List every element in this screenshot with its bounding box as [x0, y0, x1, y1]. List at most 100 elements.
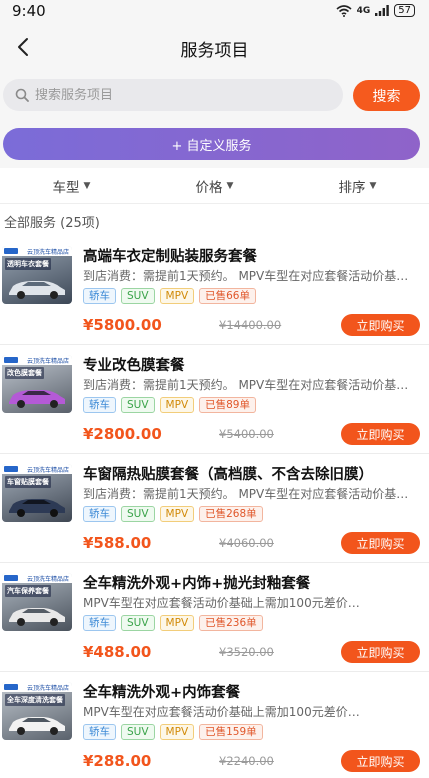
network-type: 4G [356, 5, 371, 16]
buy-now-button[interactable]: 立即购买 [341, 750, 420, 772]
sold-count-badge: 已售66单 [199, 288, 256, 304]
service-card[interactable]: 云顶洗车精品店 车窗贴膜套餐 车窗隔热贴膜套餐（高档膜、不含去除旧膜） 到店消费… [0, 454, 429, 563]
service-thumbnail: 云顶洗车精品店 车窗贴膜套餐 [2, 464, 72, 522]
thumbnail-title: 车窗贴膜套餐 [5, 476, 51, 488]
service-title: 全车精洗外观+内饰套餐 [83, 685, 241, 701]
list-summary: 全部服务 (25项) [4, 216, 100, 231]
search-button[interactable]: 搜索 [353, 80, 420, 111]
service-description: MPV车型在对应套餐活动价基础上需加100元差价… [83, 705, 360, 719]
buy-now-button[interactable]: 立即购买 [341, 314, 420, 336]
service-price: ¥588.00 [83, 534, 152, 552]
service-thumbnail: 云顶洗车精品店 改色膜套餐 [2, 355, 72, 413]
shop-logo-icon [4, 575, 18, 581]
search-row: 搜索 [0, 72, 429, 118]
page-title: 服务项目 [180, 41, 249, 61]
shop-banner: 云顶洗车精品店 [2, 464, 72, 474]
service-price: ¥2800.00 [83, 425, 162, 443]
search-box[interactable] [3, 79, 343, 111]
sold-count-badge: 已售89单 [199, 397, 256, 413]
tag-sedan: 轿车 [83, 615, 116, 631]
shop-logo-icon [4, 248, 18, 254]
shop-banner: 云顶洗车精品店 [2, 355, 72, 365]
car-image-icon [9, 390, 65, 408]
service-card[interactable]: 云顶洗车精品店 透明车衣套餐 高端车衣定制贴装服务套餐 到店消费：需提前1天预约… [0, 236, 429, 345]
shop-banner: 云顶洗车精品店 [2, 246, 72, 256]
car-image-icon [9, 281, 65, 299]
list-summary-row: 全部服务 (25项) [0, 204, 429, 236]
tag-suv: SUV [121, 288, 155, 304]
service-card[interactable]: 云顶洗车精品店 改色膜套餐 专业改色膜套餐 到店消费：需提前1天预约。 MPV车… [0, 345, 429, 454]
car-image-icon [9, 499, 65, 517]
original-price: ¥3520.00 [219, 645, 274, 659]
status-bar: 9:40 4G 57 [0, 0, 429, 22]
service-title: 专业改色膜套餐 [83, 358, 185, 374]
buy-now-button[interactable]: 立即购买 [341, 423, 420, 445]
caret-down-icon: ▼ [83, 180, 91, 191]
thumbnail-title: 改色膜套餐 [5, 367, 44, 379]
shop-banner: 云顶洗车精品店 [2, 573, 72, 583]
filter-label: 价格 [195, 179, 223, 196]
search-input[interactable] [35, 87, 325, 103]
service-price: ¥5800.00 [83, 316, 162, 334]
filter-price[interactable]: 价格 ▼ [143, 168, 286, 203]
service-card[interactable]: 云顶洗车精品店 全车深度清洗套餐 全车精洗外观+内饰套餐 MPV车型在对应套餐活… [0, 672, 429, 778]
tag-suv: SUV [121, 724, 155, 740]
service-price: ¥288.00 [83, 752, 152, 770]
tag-mpv: MPV [159, 288, 195, 304]
service-price: ¥488.00 [83, 643, 152, 661]
service-tags: 轿车 SUV MPV 已售89单 [83, 397, 256, 413]
signal-icon [375, 5, 390, 16]
service-card[interactable]: 云顶洗车精品店 汽车保养套餐 全车精洗外观+内饰+抛光封釉套餐 MPV车型在对应… [0, 563, 429, 672]
service-thumbnail: 云顶洗车精品店 全车深度清洗套餐 [2, 682, 72, 740]
original-price: ¥5400.00 [219, 427, 274, 441]
wifi-icon [336, 4, 352, 17]
shop-logo-icon [4, 466, 18, 472]
tag-mpv: MPV [159, 506, 195, 522]
filter-bar: 车型 ▼ 价格 ▼ 排序 ▼ [0, 168, 429, 204]
caret-down-icon: ▼ [369, 180, 377, 191]
service-list: 云顶洗车精品店 透明车衣套餐 高端车衣定制贴装服务套餐 到店消费：需提前1天预约… [0, 236, 429, 778]
service-title: 全车精洗外观+内饰+抛光封釉套餐 [83, 576, 311, 592]
service-thumbnail: 云顶洗车精品店 透明车衣套餐 [2, 246, 72, 304]
service-description: MPV车型在对应套餐活动价基础上需加100元差价… [83, 596, 360, 610]
service-tags: 轿车 SUV MPV 已售159单 [83, 724, 263, 740]
tag-mpv: MPV [159, 397, 195, 413]
tag-mpv: MPV [159, 724, 195, 740]
tag-sedan: 轿车 [83, 397, 116, 413]
original-price: ¥2240.00 [219, 754, 274, 768]
tag-suv: SUV [121, 397, 155, 413]
tag-mpv: MPV [159, 615, 195, 631]
original-price: ¥4060.00 [219, 536, 274, 550]
custom-service-row: + 自定义服务 [0, 118, 429, 168]
status-time: 9:40 [12, 2, 46, 20]
original-price: ¥14400.00 [219, 318, 282, 332]
tag-suv: SUV [121, 615, 155, 631]
service-tags: 轿车 SUV MPV 已售268单 [83, 506, 263, 522]
car-image-icon [9, 608, 65, 626]
car-image-icon [9, 717, 65, 735]
battery-indicator: 57 [394, 4, 415, 17]
status-icons: 4G 57 [336, 4, 415, 17]
filter-label: 车型 [52, 179, 80, 196]
sold-count-badge: 已售236单 [199, 615, 263, 631]
service-tags: 轿车 SUV MPV 已售236单 [83, 615, 263, 631]
shop-logo-icon [4, 357, 18, 363]
filter-car-type[interactable]: 车型 ▼ [0, 168, 143, 203]
service-description: 到店消费：需提前1天预约。 MPV车型在对应套餐活动价基础上需加价… [83, 378, 418, 392]
custom-service-button[interactable]: + 自定义服务 [3, 128, 420, 160]
tag-sedan: 轿车 [83, 506, 116, 522]
thumbnail-title: 全车深度清洗套餐 [5, 694, 65, 706]
shop-logo-icon [4, 684, 18, 690]
shop-banner: 云顶洗车精品店 [2, 682, 72, 692]
buy-now-button[interactable]: 立即购买 [341, 532, 420, 554]
service-description: 到店消费：需提前1天预约。 MPV车型在对应套餐活动价基础上需加价… [83, 487, 418, 501]
service-title: 车窗隔热贴膜套餐（高档膜、不含去除旧膜） [83, 467, 373, 483]
tag-sedan: 轿车 [83, 288, 116, 304]
service-thumbnail: 云顶洗车精品店 汽车保养套餐 [2, 573, 72, 631]
buy-now-button[interactable]: 立即购买 [341, 641, 420, 663]
tag-suv: SUV [121, 506, 155, 522]
filter-sort[interactable]: 排序 ▼ [286, 168, 429, 203]
service-description: 到店消费：需提前1天预约。 MPV车型在对应套餐活动价基础上需加价… [83, 269, 418, 283]
service-title: 高端车衣定制贴装服务套餐 [83, 249, 257, 265]
nav-bar: 服务项目 [0, 22, 429, 72]
